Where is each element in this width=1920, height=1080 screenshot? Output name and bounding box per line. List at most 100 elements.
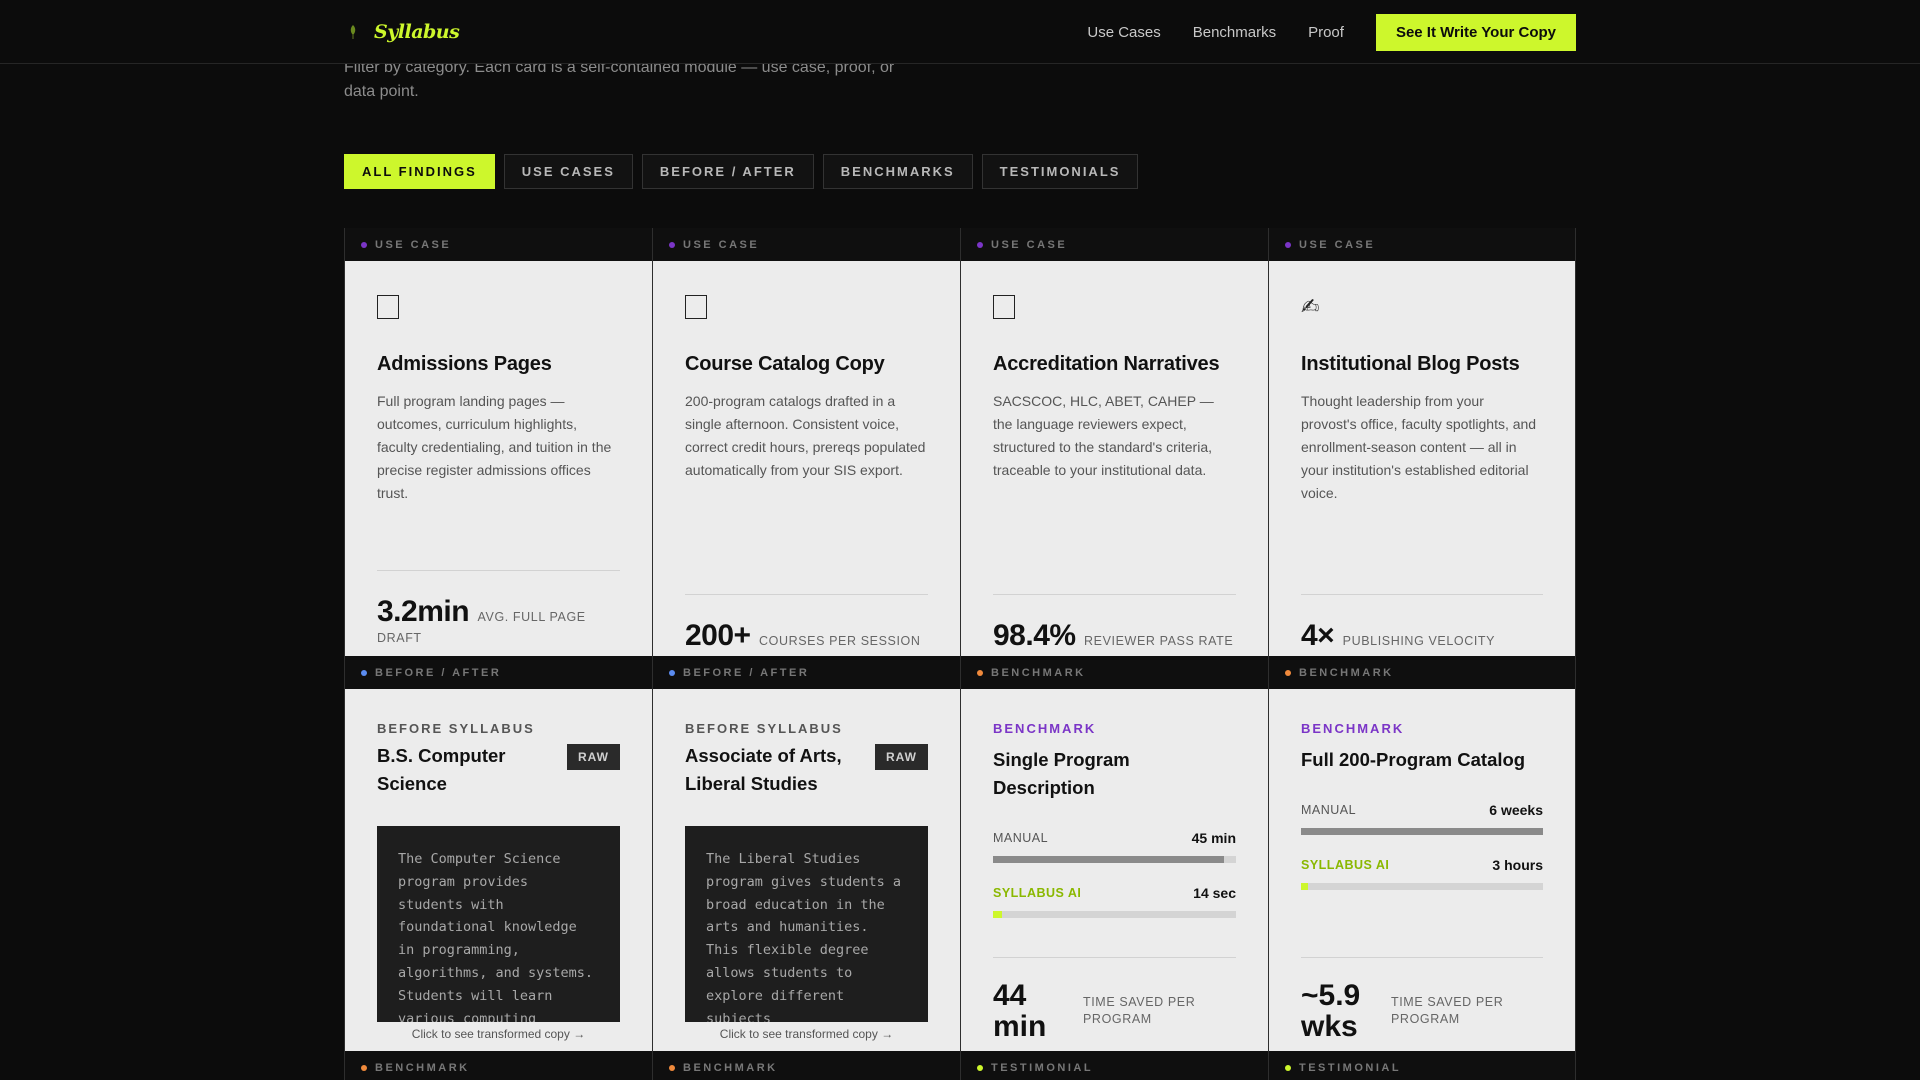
- benchmark-card[interactable]: BENCHMARK BENCHMARK Single Program Descr…: [960, 656, 1268, 1051]
- stat-label: REVIEWER PASS RATE: [1084, 634, 1234, 648]
- time-saved: ~5.9 wks TIME SAVED PER PROGRAM: [1301, 957, 1543, 1051]
- filter-benchmarks[interactable]: BENCHMARKS: [822, 154, 973, 189]
- brand-name: Syllabus: [374, 21, 460, 43]
- time-saved: 44 min TIME SAVED PER PROGRAM: [993, 957, 1236, 1051]
- category-dot: [977, 1065, 983, 1071]
- brand-logo[interactable]: Syllabus: [344, 21, 460, 43]
- use-case-card[interactable]: USE CASE Admissions Pages Full program l…: [344, 228, 652, 656]
- nav-link-use-cases[interactable]: Use Cases: [1087, 24, 1160, 41]
- card-tag: USE CASE: [961, 228, 1268, 261]
- use-case-row: USE CASE Admissions Pages Full program l…: [344, 228, 1576, 656]
- category-dot: [361, 241, 367, 248]
- filter-all-findings[interactable]: ALL FINDINGS: [344, 154, 495, 189]
- manual-row: MANUAL 45 min: [993, 830, 1236, 846]
- manual-bar: [1301, 828, 1543, 835]
- raw-copy-box: The Liberal Studies program gives studen…: [685, 826, 928, 1022]
- before-after-card[interactable]: BEFORE / AFTER BEFORE SYLLABUS B.S. Comp…: [344, 656, 652, 1051]
- ai-row: SYLLABUS AI 3 hours: [1301, 857, 1543, 873]
- transform-hint[interactable]: Click to see transformed copy →: [653, 1027, 960, 1051]
- ai-value: 14 sec: [1193, 885, 1236, 901]
- cta-button[interactable]: See It Write Your Copy: [1375, 13, 1576, 51]
- use-case-card[interactable]: USE CASE ✍ Institutional Blog Posts Thou…: [1268, 228, 1576, 656]
- nav-link-benchmarks[interactable]: Benchmarks: [1193, 24, 1276, 41]
- filter-use-cases[interactable]: USE CASES: [503, 154, 633, 189]
- category-dot: [1285, 241, 1291, 248]
- card-tag: BENCHMARK: [345, 1051, 652, 1080]
- saved-value: ~5.9 wks: [1301, 979, 1361, 1043]
- use-case-card[interactable]: USE CASE Accreditation Narratives SACSCO…: [960, 228, 1268, 656]
- card-title: Institutional Blog Posts: [1301, 353, 1520, 375]
- manual-value: 45 min: [1191, 830, 1236, 846]
- card-tag: BEFORE / AFTER: [345, 656, 652, 689]
- transform-hint[interactable]: Click to see transformed copy →: [345, 1027, 652, 1051]
- ai-label: SYLLABUS AI: [993, 886, 1082, 900]
- card-tag-label: TESTIMONIAL: [991, 1062, 1094, 1074]
- card-description: SACSCOC, HLC, ABET, CAHEP — the language…: [993, 393, 1214, 478]
- card-title: Admissions Pages: [377, 353, 552, 375]
- ai-row: SYLLABUS AI 14 sec: [993, 885, 1236, 901]
- next-row: BENCHMARK BENCHMARK TESTIMONIAL TESTIMON…: [344, 1051, 1576, 1080]
- leaf-icon: [344, 23, 362, 41]
- card-body: Admissions Pages Full program landing pa…: [345, 261, 652, 656]
- category-dot: [669, 1065, 675, 1071]
- category-dot: [977, 241, 983, 248]
- raw-badge[interactable]: RAW: [567, 744, 620, 770]
- card-tag-label: USE CASE: [375, 238, 452, 251]
- card-tag: TESTIMONIAL: [961, 1051, 1268, 1080]
- card-tag: BENCHMARK: [653, 1051, 960, 1080]
- card-header: Associate of Arts, Liberal Studies RAW: [685, 742, 928, 798]
- stat-value: 200+: [685, 619, 751, 652]
- testimonial-card[interactable]: TESTIMONIAL: [1268, 1051, 1576, 1080]
- filter-testimonials[interactable]: TESTIMONIALS: [981, 154, 1139, 189]
- card-stat: 200+ COURSES PER SESSION: [685, 594, 928, 656]
- card-stat: 3.2min AVG. FULL PAGE DRAFT: [377, 570, 620, 656]
- findings-grid: USE CASE Admissions Pages Full program l…: [344, 228, 1576, 1080]
- card-tag-label: TESTIMONIAL: [1299, 1062, 1402, 1074]
- raw-badge[interactable]: RAW: [875, 744, 928, 770]
- raw-copy-box: The Computer Science program provides st…: [377, 826, 620, 1022]
- card-kicker: BEFORE SYLLABUS: [377, 721, 535, 736]
- category-dot: [977, 669, 983, 676]
- card-tag: USE CASE: [345, 228, 652, 261]
- card-title: Full 200-Program Catalog: [1301, 749, 1526, 770]
- card-tag-label: USE CASE: [991, 238, 1068, 251]
- ai-bar: [1301, 883, 1543, 890]
- category-dot: [669, 241, 675, 248]
- nav-links: Use Cases Benchmarks Proof See It Write …: [1087, 13, 1576, 51]
- clipboard-icon: [993, 295, 1015, 319]
- manual-value: 6 weeks: [1489, 802, 1543, 818]
- category-dot: [1285, 1065, 1291, 1071]
- testimonial-card[interactable]: TESTIMONIAL: [960, 1051, 1268, 1080]
- saved-label: TIME SAVED PER PROGRAM: [1083, 995, 1196, 1026]
- nav-link-proof[interactable]: Proof: [1308, 24, 1344, 41]
- card-description: Full program landing pages — outcomes, c…: [377, 393, 612, 501]
- ai-bar-fill: [1301, 883, 1309, 890]
- card-kicker: BENCHMARK: [1301, 721, 1405, 736]
- benchmark-card[interactable]: BENCHMARK: [652, 1051, 960, 1080]
- manual-bar-fill: [1301, 828, 1543, 835]
- use-case-card[interactable]: USE CASE Course Catalog Copy 200-program…: [652, 228, 960, 656]
- category-dot: [361, 669, 367, 676]
- category-dot: [669, 669, 675, 676]
- card-kicker: BENCHMARK: [993, 721, 1097, 736]
- benchmark-card[interactable]: BENCHMARK BENCHMARK Full 200-Program Cat…: [1268, 656, 1576, 1051]
- card-tag: USE CASE: [653, 228, 960, 261]
- card-description: Thought leadership from your provost's o…: [1301, 393, 1537, 501]
- pen-icon: ✍: [1301, 294, 1320, 319]
- card-body: BEFORE SYLLABUS Associate of Arts, Liber…: [653, 689, 960, 1051]
- benchmark-card[interactable]: BENCHMARK: [344, 1051, 652, 1080]
- card-header: B.S. Computer Science RAW: [377, 742, 620, 798]
- top-nav: Syllabus Use Cases Benchmarks Proof See …: [0, 0, 1920, 64]
- ai-bar: [993, 911, 1236, 918]
- stat-label: COURSES PER SESSION: [759, 634, 921, 648]
- card-tag: TESTIMONIAL: [1269, 1051, 1575, 1080]
- before-after-card[interactable]: BEFORE / AFTER BEFORE SYLLABUS Associate…: [652, 656, 960, 1051]
- ai-value: 3 hours: [1492, 857, 1543, 873]
- manual-label: MANUAL: [1301, 803, 1357, 817]
- book-icon: [685, 295, 707, 319]
- saved-value: 44 min: [993, 979, 1047, 1043]
- stat-value: 3.2min: [377, 595, 470, 628]
- category-dot: [361, 1065, 367, 1071]
- filter-before-after[interactable]: BEFORE / AFTER: [641, 154, 814, 189]
- card-body: BEFORE SYLLABUS B.S. Computer Science RA…: [345, 689, 652, 1051]
